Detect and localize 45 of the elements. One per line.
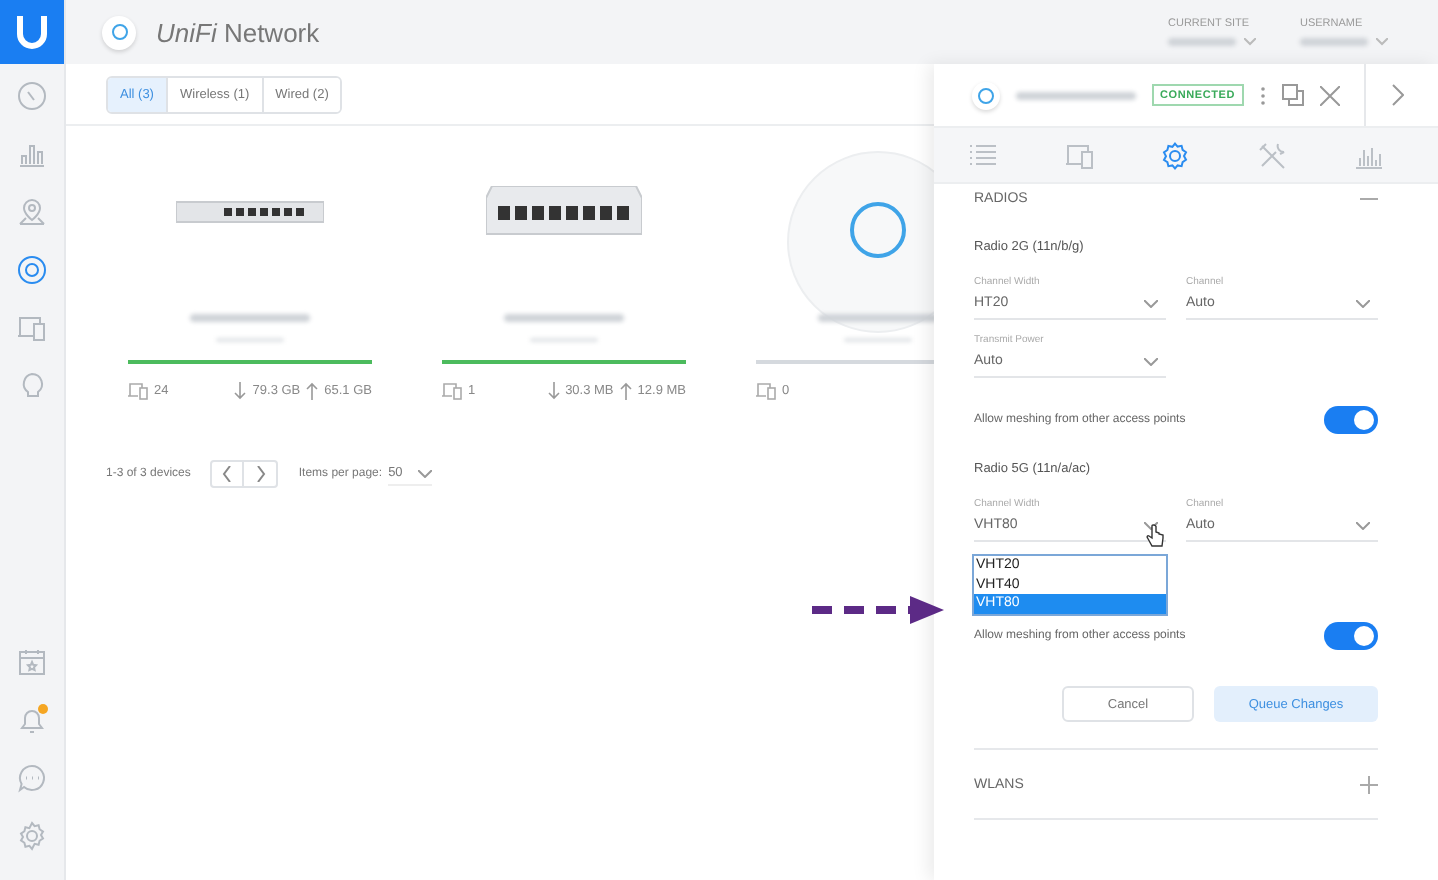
- brand-logo[interactable]: [0, 0, 64, 64]
- app-title: UniFi Network: [156, 17, 320, 47]
- redacted-device-name: [818, 314, 938, 322]
- chevron-right-icon: [255, 466, 266, 482]
- clients-icon: [756, 382, 776, 400]
- chevron-left-icon: [222, 466, 233, 482]
- config-tab[interactable]: [1160, 141, 1191, 169]
- clients-nav-button[interactable]: [16, 312, 48, 344]
- dashboard-nav-button[interactable]: [16, 80, 48, 112]
- toggle-switch[interactable]: [1324, 622, 1378, 650]
- pop-out-window-icon[interactable]: [1281, 84, 1304, 106]
- tools-tab[interactable]: [1257, 141, 1288, 169]
- more-options-icon[interactable]: [1259, 85, 1266, 105]
- app-icon: [102, 15, 136, 49]
- settings-nav-button[interactable]: [16, 820, 48, 852]
- caret-icon: [1356, 299, 1370, 307]
- clients-tab[interactable]: [1064, 141, 1095, 169]
- toggle-switch[interactable]: [1324, 406, 1378, 434]
- caret-icon: [1356, 521, 1370, 529]
- clients-icon: [128, 382, 148, 400]
- events-nav-button[interactable]: [16, 646, 48, 678]
- device-icon: [972, 81, 1000, 109]
- clients-icon: [442, 382, 462, 400]
- redacted-device-name: [190, 314, 310, 322]
- caret-icon: [1144, 299, 1158, 307]
- caret-icon: [1144, 521, 1158, 529]
- caret-icon: [1376, 38, 1388, 46]
- close-icon[interactable]: [1319, 85, 1340, 105]
- download-arrow-icon: [234, 382, 247, 400]
- caret-icon: [418, 469, 433, 477]
- caret-icon: [1144, 357, 1158, 365]
- map-nav-button[interactable]: [16, 196, 48, 228]
- alerts-nav-button[interactable]: [16, 704, 48, 736]
- upload-arrow-icon: [306, 382, 319, 400]
- arrow-annotation: [810, 594, 946, 626]
- redacted-device-name: [504, 314, 624, 322]
- caret-icon: [1244, 38, 1256, 46]
- hand-cursor-icon: [1146, 524, 1164, 548]
- chat-nav-button[interactable]: [16, 762, 48, 794]
- redacted-device-name: [1016, 91, 1136, 99]
- devices-nav-button[interactable]: [16, 254, 48, 286]
- download-arrow-icon: [547, 382, 560, 400]
- upload-arrow-icon: [619, 382, 632, 400]
- expand-icon[interactable]: [1360, 775, 1378, 793]
- details-tab[interactable]: [967, 141, 998, 169]
